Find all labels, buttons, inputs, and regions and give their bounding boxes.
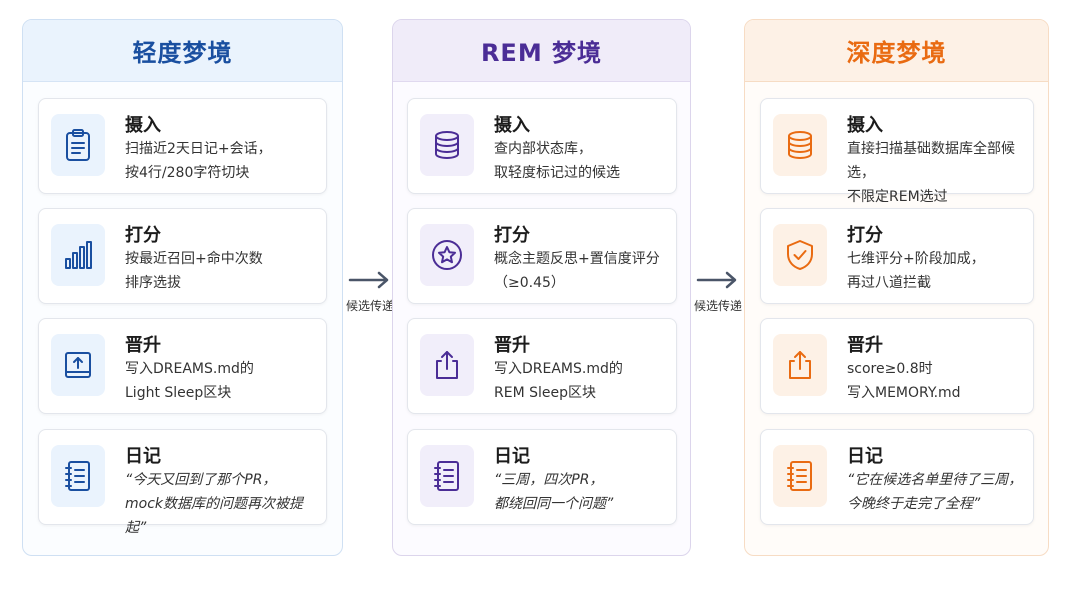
score-card: 打分 七维评分+阶段加成， 再过八道拦截 — [760, 208, 1034, 304]
notebook-icon — [420, 445, 474, 507]
card-title: 打分 — [125, 225, 161, 246]
card-desc: score≥0.8时 写入MEMORY.md — [847, 361, 961, 401]
card-desc: 写入DREAMS.md的 Light Sleep区块 — [125, 361, 254, 401]
score-card: 打分 概念主题反思+置信度评分 （≥0.45） — [407, 208, 677, 304]
flow-arrow: 候选传递 — [343, 267, 397, 314]
card-title: 晋升 — [494, 335, 530, 356]
card-title: 日记 — [847, 446, 883, 467]
share-icon — [773, 334, 827, 396]
card-desc: 查内部状态库， 取轻度标记过的候选 — [494, 141, 620, 181]
upload-icon — [51, 334, 105, 396]
notebook-icon — [773, 445, 827, 507]
light-sleep-column: 轻度梦境 摄入 扫描近2天日记+会话， 按4行/280字符切块 打分 按最近召回… — [22, 19, 343, 556]
arrow-right-icon — [696, 271, 737, 289]
notebook-icon — [51, 445, 105, 507]
card-desc: “今天又回到了那个PR， mock数据库的问题再次被提起” — [125, 472, 304, 536]
card-desc: “三周，四次PR， 都绕回同一个问题” — [494, 472, 614, 512]
diary-card: 日记 “它在候选名单里待了三周， 今晚终于走完了全程” — [760, 429, 1034, 525]
shield-check-icon — [773, 224, 827, 286]
card-title: 晋升 — [125, 335, 161, 356]
share-icon — [420, 334, 474, 396]
clipboard-icon — [51, 114, 105, 176]
ingest-card: 摄入 查内部状态库， 取轻度标记过的候选 — [407, 98, 677, 194]
flow-arrow: 候选传递 — [691, 267, 745, 314]
card-desc: 概念主题反思+置信度评分 （≥0.45） — [494, 251, 660, 291]
card-desc: 直接扫描基础数据库全部候选， 不限定REM选过 — [847, 141, 1015, 205]
star-icon — [420, 224, 474, 286]
column-title: REM 梦境 — [393, 20, 690, 82]
card-desc: 按最近召回+命中次数 排序选拔 — [125, 251, 263, 291]
promote-card: 晋升 写入DREAMS.md的 REM Sleep区块 — [407, 318, 677, 414]
card-desc: 七维评分+阶段加成， 再过八道拦截 — [847, 251, 985, 291]
card-desc: 扫描近2天日记+会话， 按4行/280字符切块 — [125, 141, 272, 181]
card-title: 日记 — [494, 446, 530, 467]
deep-sleep-column: 深度梦境 摄入 直接扫描基础数据库全部候选， 不限定REM选过 打分 七维评分+… — [744, 19, 1049, 556]
column-title: 轻度梦境 — [23, 20, 342, 82]
rem-sleep-column: REM 梦境 摄入 查内部状态库， 取轻度标记过的候选 打分 概念主题反思+置信… — [392, 19, 691, 556]
ingest-card: 摄入 直接扫描基础数据库全部候选， 不限定REM选过 — [760, 98, 1034, 205]
arrow-label: 候选传递 — [693, 299, 742, 313]
ingest-card: 摄入 扫描近2天日记+会话， 按4行/280字符切块 — [38, 98, 327, 194]
card-title: 日记 — [125, 446, 161, 467]
arrow-label: 候选传递 — [345, 299, 394, 313]
card-title: 打分 — [847, 225, 883, 246]
diary-card: 日记 “今天又回到了那个PR， mock数据库的问题再次被提起” — [38, 429, 327, 536]
database-icon — [420, 114, 474, 176]
card-title: 打分 — [494, 225, 530, 246]
card-title: 摄入 — [847, 115, 883, 136]
promote-card: 晋升 写入DREAMS.md的 Light Sleep区块 — [38, 318, 327, 414]
card-title: 摄入 — [494, 115, 530, 136]
card-desc: 写入DREAMS.md的 REM Sleep区块 — [494, 361, 623, 401]
diary-card: 日记 “三周，四次PR， 都绕回同一个问题” — [407, 429, 677, 525]
bar-chart-icon — [51, 224, 105, 286]
card-desc: “它在候选名单里待了三周， 今晚终于走完了全程” — [847, 472, 1023, 512]
column-title: 深度梦境 — [745, 20, 1048, 82]
arrow-right-icon — [348, 271, 389, 289]
card-title: 摄入 — [125, 115, 161, 136]
card-title: 晋升 — [847, 335, 883, 356]
score-card: 打分 按最近召回+命中次数 排序选拔 — [38, 208, 327, 304]
promote-card: 晋升 score≥0.8时 写入MEMORY.md — [760, 318, 1034, 414]
database-icon — [773, 114, 827, 176]
